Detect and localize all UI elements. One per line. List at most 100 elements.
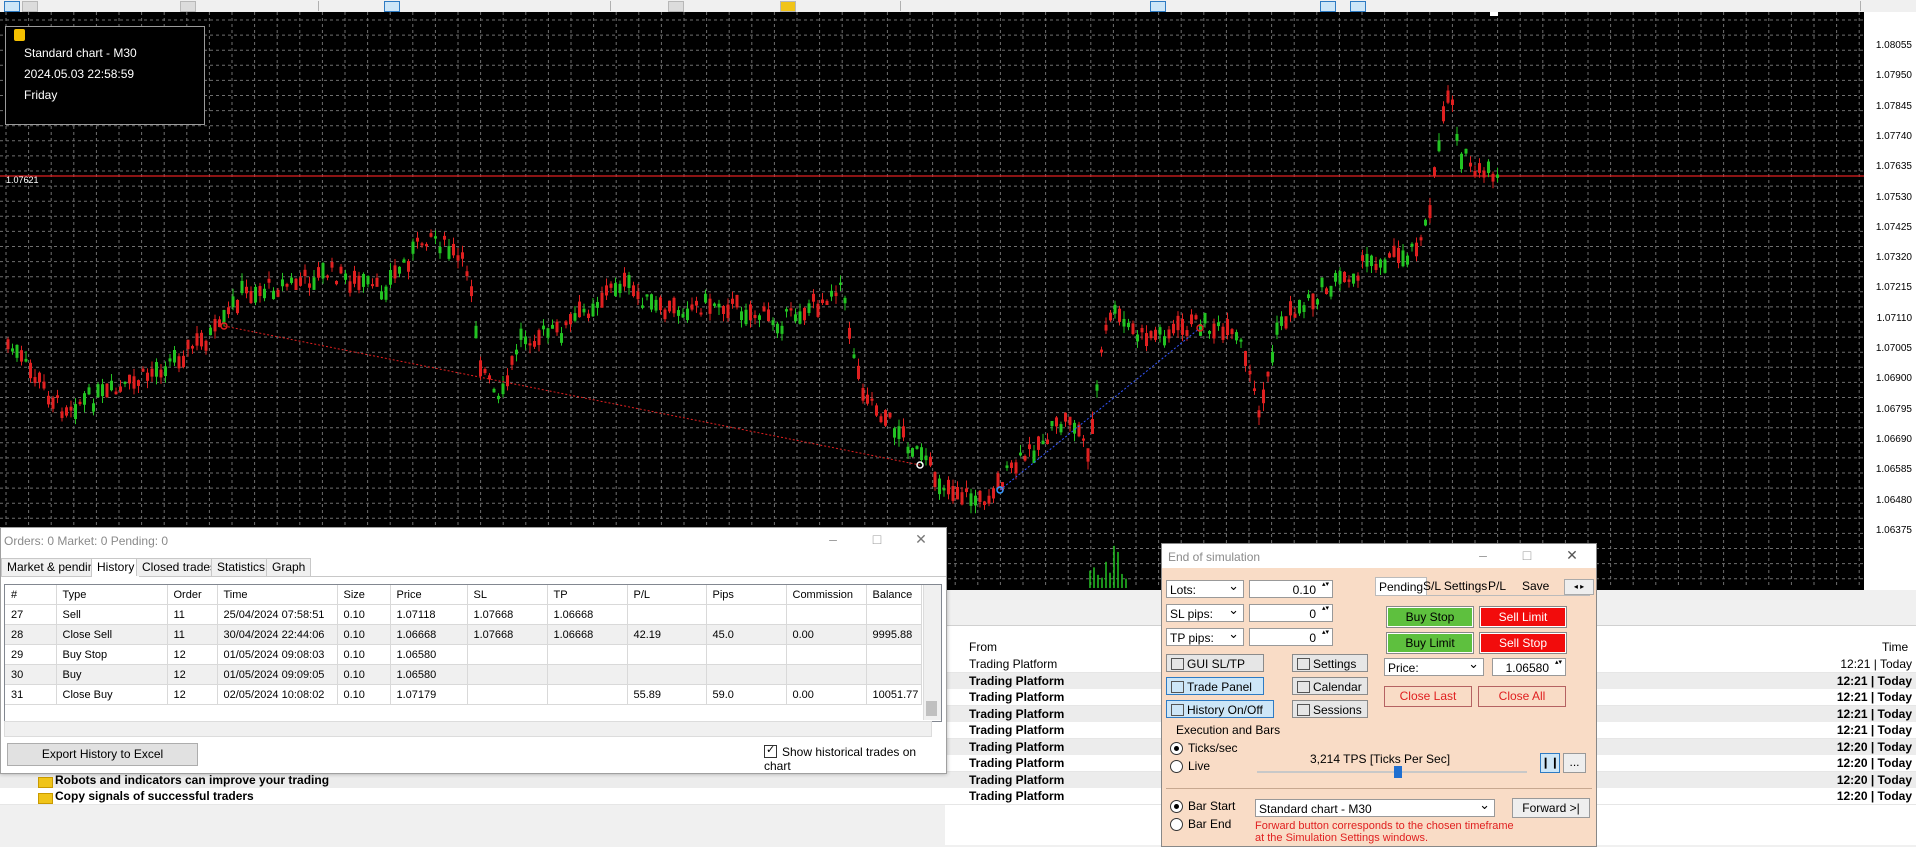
candlestick-chart[interactable] [0,12,1864,590]
history-cell [547,684,628,705]
history-cell [547,664,628,685]
close-icon[interactable]: ✕ [913,532,929,546]
candle-body [1266,371,1270,377]
tp-pips-stepper[interactable]: 0 [1249,628,1333,646]
tp-pips-select[interactable]: TP pips: [1166,625,1244,646]
toolbar-button[interactable] [1350,1,1366,12]
column-header[interactable]: Pips [706,585,787,605]
lots-stepper[interactable]: 0.10 [1249,580,1333,598]
export-history-button[interactable]: Export History to Excel [7,743,198,766]
history-grid[interactable]: # Type Order Time Size Price SL TP P/L Pips Commis… [4,584,942,722]
toolbar-button[interactable] [780,1,796,12]
candle-body [299,277,302,286]
history-row[interactable]: 30 Buy 12 01/05/2024 09:09:05 0.10 1.06580 [5,664,922,685]
column-header[interactable]: TP [547,585,628,605]
candle-body [753,315,757,319]
tab-graph[interactable]: Graph [266,558,312,576]
price-chart[interactable]: Standard chart - M30 2024.05.03 22:58:59… [0,12,1916,590]
candle-body [1311,293,1315,310]
sl-pips-stepper[interactable]: 0 [1249,604,1333,622]
speed-slider-track[interactable] [1257,771,1527,773]
sl-pips-select[interactable]: SL pips: [1166,601,1244,622]
buy-stop-button[interactable]: Buy Stop [1386,606,1474,628]
maximize-icon[interactable]: □ [1519,548,1535,562]
tab-save[interactable]: Save [1519,577,1552,595]
history-row[interactable]: 29 Buy Stop 12 01/05/2024 09:08:03 0.10 1.065… [5,644,922,665]
column-header[interactable]: Type [56,585,168,605]
tab-pl[interactable]: P/L [1485,577,1509,595]
history-row[interactable]: 31 Close Buy 12 02/05/2024 10:08:02 0.10 1.07… [5,684,922,705]
column-header[interactable]: Time [217,585,338,605]
column-header[interactable]: Balance [866,585,922,605]
price-stepper[interactable]: 1.06580 [1492,658,1566,676]
scrollbar-thumb[interactable] [926,701,937,716]
live-radio[interactable] [1170,760,1183,773]
tab-statistics[interactable]: Statistics [211,558,272,576]
history-onoff-button[interactable]: History On/Off [1166,700,1274,718]
bar-start-radio[interactable] [1170,800,1183,813]
tab-closed-trades[interactable]: Closed trades [136,558,223,576]
more-options-button[interactable]: ... [1563,753,1586,773]
sell-stop-button[interactable]: Sell Stop [1479,632,1567,654]
toolbar-button[interactable] [22,1,38,12]
history-row[interactable]: 27 Sell 11 25/04/2024 07:58:51 0.10 1.07118 1.… [5,604,922,625]
trade-panel-button[interactable]: Trade Panel [1166,677,1264,695]
column-header[interactable]: P/L [627,585,707,605]
pause-icon[interactable]: ❙❙ [1540,753,1560,773]
settings-button[interactable]: Settings [1292,654,1368,672]
calendar-button[interactable]: Calendar [1292,677,1368,695]
message-row[interactable]: Robots and indicators can improve your t… [0,771,1916,789]
candle-body [663,309,667,320]
vertical-scrollbar[interactable] [923,585,941,720]
buy-limit-button[interactable]: Buy Limit [1386,632,1474,654]
sessions-label: Sessions [1313,703,1362,717]
candle-body [524,336,527,345]
toolbar-button[interactable] [180,1,196,12]
forward-button[interactable]: Forward >| [1512,798,1590,818]
maximize-icon[interactable]: □ [869,532,885,546]
ticks-radio[interactable] [1170,742,1183,755]
live-label: Live [1188,759,1211,773]
price-tick-label: 1.07005 [1875,343,1912,354]
tab-scroll-arrows[interactable]: ◂ ▸ [1564,579,1594,595]
column-header[interactable]: Commission [786,585,867,605]
checkbox-checked-icon[interactable] [764,743,777,758]
column-header[interactable]: Size [337,585,391,605]
tab-sl-settings[interactable]: S/L Settings [1420,577,1490,595]
candle-body [1082,438,1085,441]
chart-select[interactable]: Standard chart - M30 [1255,796,1495,817]
toolbar-button[interactable] [4,1,20,12]
sell-limit-button[interactable]: Sell Limit [1479,606,1567,628]
column-header[interactable]: Order [167,585,218,605]
candle-body [402,259,406,263]
price-mode-select[interactable]: Price: [1384,655,1484,676]
column-header[interactable]: Price [390,585,468,605]
close-last-button[interactable]: Close Last [1384,686,1472,707]
column-header[interactable]: SL [467,585,548,605]
lots-select[interactable]: Lots: [1166,577,1244,598]
message-row[interactable]: Copy signals of successful traders Tradin… [0,788,1916,805]
toolbar-button[interactable] [1150,1,1166,12]
show-historical-trades-checkbox[interactable]: Show historical trades on chart [764,743,946,773]
column-header[interactable]: # [5,585,57,605]
candle-body [1158,327,1162,335]
candle-body [1401,250,1405,267]
toolbar-button[interactable] [384,1,400,12]
toolbar-button[interactable] [668,1,684,12]
tab-history[interactable]: History [91,558,141,577]
sessions-button[interactable]: Sessions [1292,700,1368,718]
column-from[interactable]: From [969,640,997,654]
toolbar-button[interactable] [1320,1,1336,12]
candle-body [668,300,671,312]
close-all-button[interactable]: Close All [1478,686,1566,707]
minimize-icon[interactable]: – [1475,548,1491,562]
horizontal-scrollbar[interactable] [4,721,932,737]
gui-sltp-button[interactable]: GUI SL/TP [1166,654,1264,672]
minimize-icon[interactable]: – [825,532,841,546]
close-icon[interactable]: ✕ [1564,548,1580,562]
speed-slider-thumb[interactable] [1394,766,1402,778]
bar-end-radio[interactable] [1170,818,1183,831]
candle-body [1068,416,1072,425]
history-row[interactable]: 28 Close Sell 11 30/04/2024 22:44:06 0.10 1.0… [5,624,922,645]
column-time[interactable]: Time [1882,640,1908,654]
